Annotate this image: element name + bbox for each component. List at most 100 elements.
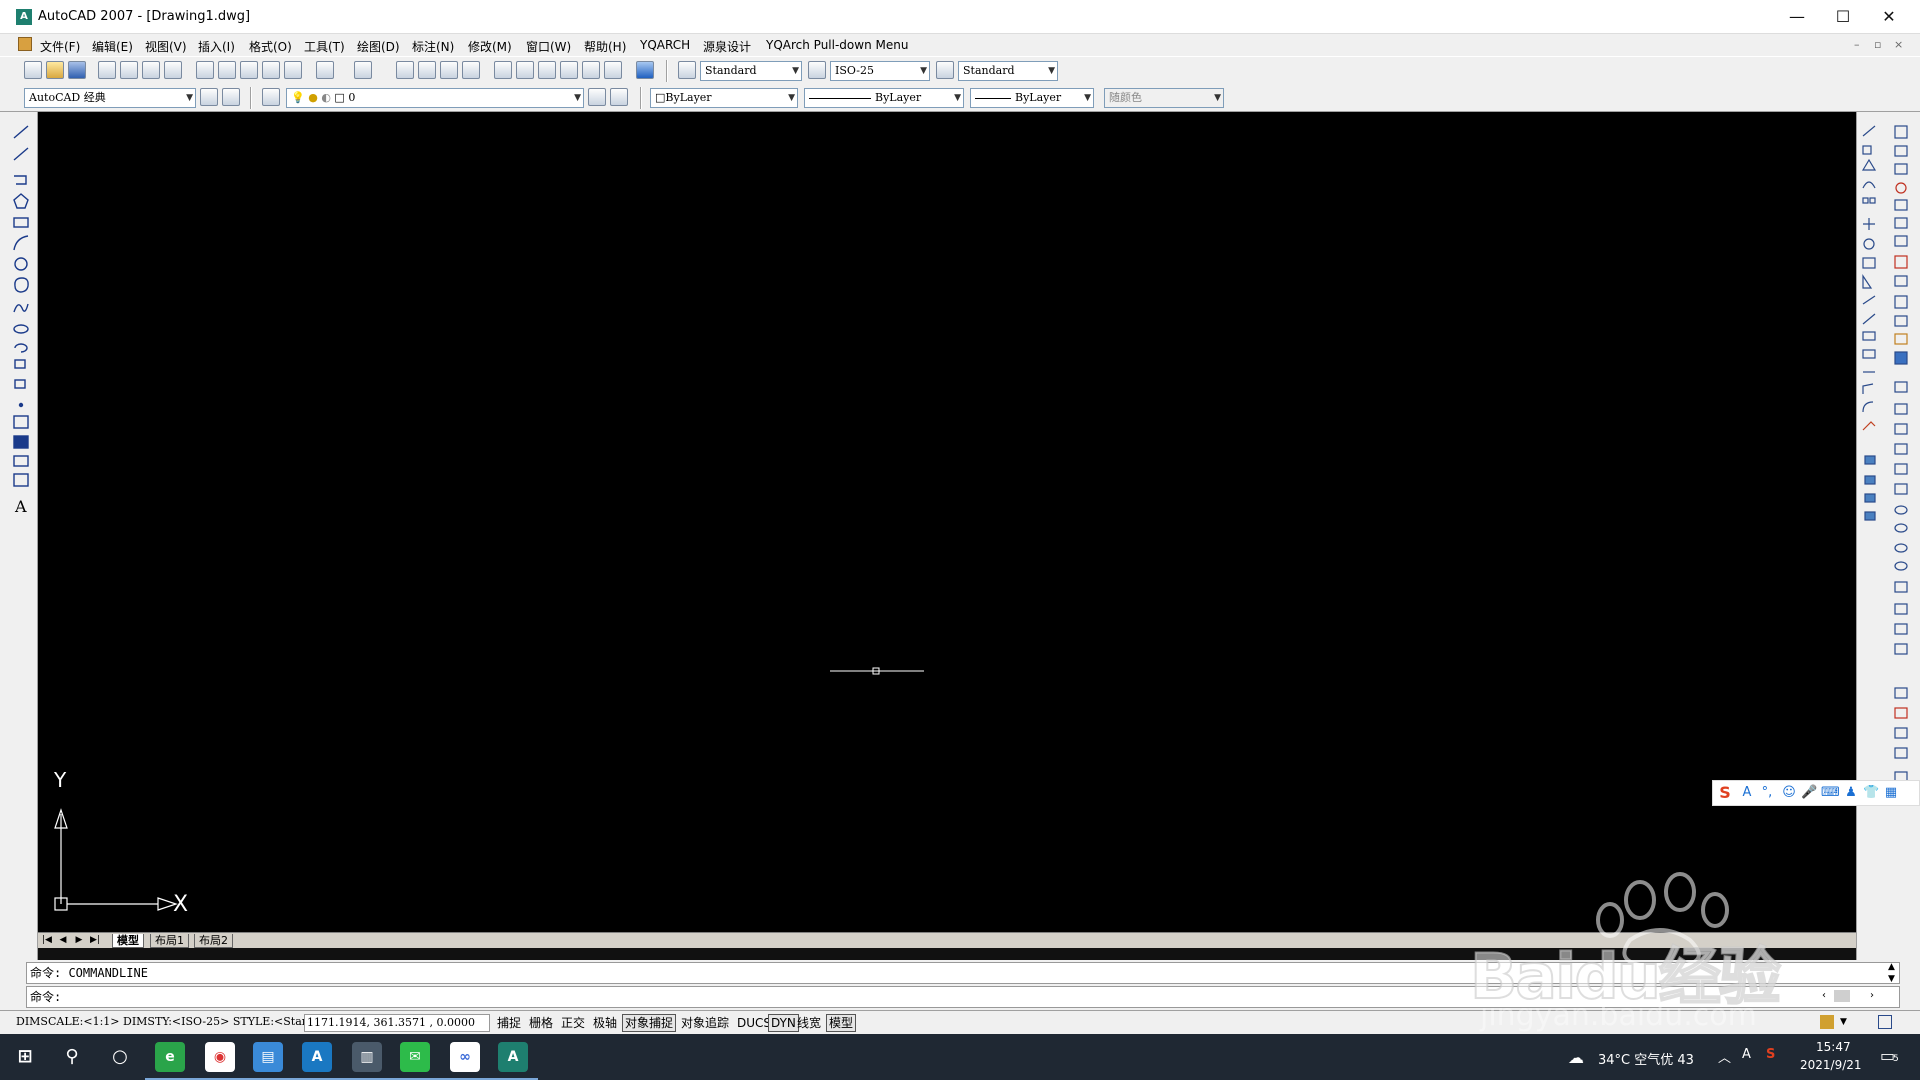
text-style-icon[interactable] [678, 61, 696, 79]
close-button[interactable]: ✕ [1866, 4, 1912, 30]
yq-tool-29-icon[interactable] [1894, 707, 1908, 719]
chamfer-icon[interactable] [1862, 383, 1874, 394]
menu-format[interactable]: 格式(O) [249, 38, 292, 55]
yq-tool-25-icon[interactable] [1894, 603, 1908, 615]
trim-icon[interactable] [1862, 295, 1876, 305]
sogou-logo-icon[interactable]: S [1717, 785, 1733, 801]
open-icon[interactable] [46, 61, 64, 79]
insert-block-icon[interactable] [14, 359, 26, 369]
menu-yuanquan[interactable]: 源泉设计 [703, 38, 751, 55]
menu-draw[interactable]: 绘图(D) [357, 38, 400, 55]
lineweight-select[interactable]: ByLayer ▼ [970, 88, 1094, 108]
weather-icon[interactable]: ☁ [1568, 1048, 1584, 1067]
break-icon[interactable] [1862, 349, 1876, 359]
pan-icon[interactable] [396, 61, 414, 79]
array-icon[interactable] [1862, 197, 1869, 204]
yq-tool-28-icon[interactable] [1894, 687, 1908, 699]
table-style-select[interactable]: Standard ▼ [958, 61, 1058, 81]
redo-icon[interactable] [354, 61, 372, 79]
stretch-icon[interactable] [1862, 274, 1873, 289]
point-icon[interactable] [18, 402, 24, 408]
yq-tool-20-icon[interactable] [1894, 505, 1908, 515]
move-icon[interactable] [1863, 218, 1875, 230]
yq-tool-1-icon[interactable] [1894, 125, 1908, 139]
bring-above-icon[interactable] [1864, 493, 1876, 503]
multiline-text-icon[interactable]: A [14, 497, 27, 516]
undo-icon[interactable] [316, 61, 334, 79]
scroll-up-icon[interactable]: ▲ [1888, 962, 1895, 972]
design-center-icon[interactable] [516, 61, 534, 79]
ellipse-arc-icon[interactable] [14, 343, 28, 353]
help-icon[interactable] [636, 61, 654, 79]
match-properties-icon[interactable] [262, 61, 280, 79]
gradient-icon[interactable] [13, 435, 29, 449]
yq-tool-11-icon[interactable] [1894, 315, 1908, 327]
yq-tool-7-icon[interactable] [1894, 235, 1908, 247]
yq-tool-30-icon[interactable] [1894, 727, 1908, 739]
save-icon[interactable] [68, 61, 86, 79]
menu-yqarch[interactable]: YQARCH [640, 38, 690, 52]
ime-tray-icon[interactable]: A [1742, 1047, 1751, 1062]
menu-tools[interactable]: 工具(T) [304, 38, 345, 55]
menu-yqarch-pulldown[interactable]: YQArch Pull-down Menu [766, 38, 908, 52]
prev-tab-button[interactable]: ◀ [56, 934, 70, 947]
draw-order-front-icon[interactable] [1864, 455, 1876, 465]
mirror-icon[interactable] [1861, 158, 1877, 171]
yq-tool-12-icon[interactable] [1894, 333, 1908, 345]
properties-icon[interactable] [494, 61, 512, 79]
last-tab-button[interactable]: ▶| [88, 934, 102, 947]
offset-icon[interactable] [1862, 181, 1876, 189]
weather-text[interactable]: 34°C 空气优 43 [1598, 1049, 1694, 1068]
fillet-icon[interactable] [1862, 401, 1874, 413]
tool-palettes-icon[interactable] [538, 61, 556, 79]
polyline-icon[interactable] [14, 175, 27, 185]
dim-style-icon[interactable] [808, 61, 826, 79]
horizontal-scrollbar-thumb[interactable] [1834, 990, 1850, 1002]
command-input[interactable]: 命令: [26, 986, 1900, 1008]
yq-tool-8-icon[interactable] [1894, 255, 1908, 269]
rectangle-icon[interactable] [13, 217, 29, 228]
construction-line-icon[interactable] [13, 147, 29, 161]
menu-edit[interactable]: 编辑(E) [92, 38, 133, 55]
make-layer-current-icon[interactable] [588, 88, 606, 106]
text-style-select[interactable]: Standard ▼ [700, 61, 802, 81]
menu-file[interactable]: 文件(F) [40, 38, 80, 55]
doc-minimize-button[interactable]: – [1854, 38, 1860, 51]
calculator-icon[interactable] [604, 61, 622, 79]
status-menu-icon[interactable]: ▼ [1840, 1017, 1847, 1027]
first-tab-button[interactable]: |◀ [40, 934, 54, 947]
sogou-tray-icon[interactable]: S [1766, 1047, 1775, 1062]
yq-tool-6-icon[interactable] [1894, 217, 1908, 229]
skin-icon[interactable]: ♟ [1843, 785, 1859, 801]
yq-tool-14-icon[interactable] [1894, 381, 1908, 393]
yq-tool-10-icon[interactable] [1894, 295, 1908, 309]
emoji-icon[interactable]: ☺ [1781, 785, 1797, 801]
keyboard-icon[interactable]: ⌨ [1821, 785, 1840, 801]
chrome-icon[interactable]: ◉ [195, 1042, 245, 1080]
search-icon[interactable]: ⚲ [57, 1042, 87, 1072]
hatch-icon[interactable] [13, 415, 29, 429]
recycle-icon[interactable]: ▥ [342, 1042, 392, 1080]
rotate-icon[interactable] [1863, 238, 1875, 250]
autocad-taskbar-icon[interactable]: A [488, 1042, 538, 1080]
workspace-settings-icon[interactable] [200, 88, 218, 106]
otrack-toggle[interactable]: 对象追踪 [678, 1014, 732, 1032]
scroll-left-icon[interactable]: ‹ [1822, 990, 1826, 1001]
workspace-select[interactable]: AutoCAD 经典 ▼ [24, 88, 196, 108]
autocad-app-icon[interactable]: A [16, 9, 32, 25]
model-toggle[interactable]: 模型 [826, 1014, 857, 1032]
document-icon[interactable] [18, 37, 32, 51]
shirt-icon[interactable]: 👕 [1863, 785, 1879, 801]
yq-tool-13-icon[interactable] [1894, 351, 1908, 365]
next-tab-button[interactable]: ▶ [72, 934, 86, 947]
layer-select[interactable]: 💡 ● ◐ □ 0 ▼ [286, 88, 584, 108]
tray-chevron-icon[interactable]: ︿ [1718, 1047, 1731, 1066]
scale-icon[interactable] [1862, 257, 1876, 269]
yq-tool-31-icon[interactable] [1894, 747, 1908, 759]
clean-screen-icon[interactable] [1878, 1015, 1892, 1029]
menu-modify[interactable]: 修改(M) [468, 38, 512, 55]
circle-icon[interactable] [14, 257, 28, 271]
doc-restore-button[interactable]: ▫ [1874, 38, 1881, 51]
explode-icon[interactable] [1862, 421, 1876, 431]
ime-mode-icon[interactable]: A [1739, 785, 1755, 801]
